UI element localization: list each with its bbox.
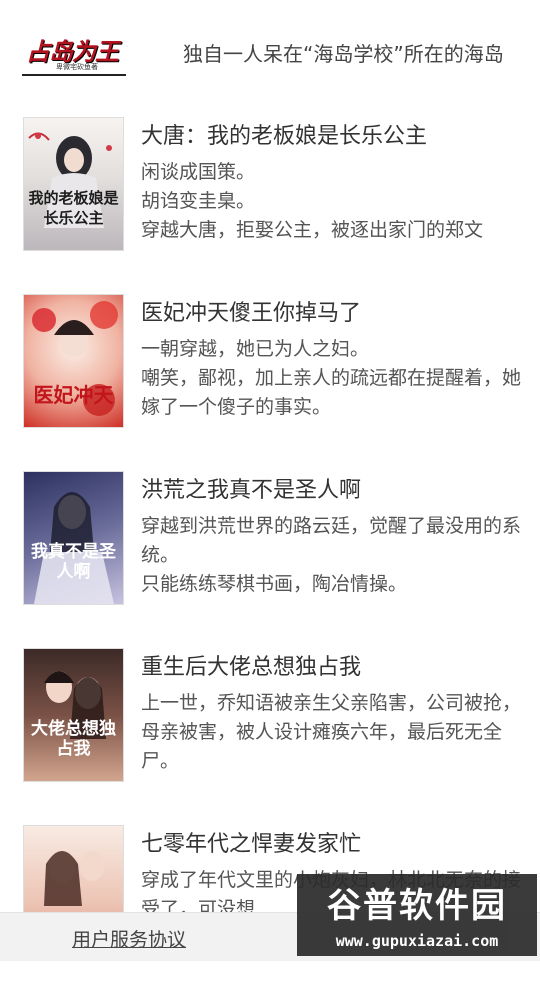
book-title: 医妃冲天傻王你掉马了 <box>141 301 362 326</box>
book-cover: 我真不是圣人啊 <box>24 472 123 604</box>
book-description-line: 上一世，乔知语被亲生父亲陷害，公司被抢，母亲被害，被人设计瘫痪六年，最后死无全尸… <box>141 692 522 772</box>
book-title: 洪荒之我真不是圣人啊 <box>141 478 362 503</box>
book-title: 重生后大佬总想独占我 <box>141 655 362 680</box>
book-title: 七零年代之悍妻发家忙 <box>141 832 362 857</box>
cover-title-text: 我真不是圣人啊 <box>31 542 116 582</box>
book-cover: 医妃冲天 <box>24 295 123 427</box>
book-description: 穿越到洪荒世界的路云廷，觉醒了最没用的系统。 只能练练琴棋书画，陶冶情操。 <box>141 512 526 599</box>
book-title: 大唐：我的老板娘是长乐公主 <box>141 124 428 149</box>
book-item[interactable]: 医妃冲天 医妃冲天傻王你掉马了 一朝穿越，她已为人之妇。 嘲笑，鄙视，加上亲人的… <box>0 295 540 473</box>
book-cover: 大佬总想独占我 <box>24 649 123 781</box>
cover-illustration <box>28 132 112 228</box>
book-description-line: 胡诌变圭臬。 <box>141 190 256 212</box>
user-agreement-link[interactable]: 用户服务协议 <box>72 925 186 952</box>
cover-title-text: 医妃冲天 <box>33 383 114 407</box>
book-description-line: 嘲笑，鄙视，加上亲人的疏远都在提醒着，她嫁了一个傻子的事实。 <box>141 367 522 418</box>
book-description: 闲谈成国策。 胡诌变圭臬。 穿越大唐，拒娶公主，被逐出家门的郑文 <box>141 158 526 245</box>
site-watermark: 谷普软件园 www.gupuxiazai.com <box>297 874 537 956</box>
cover-author: 卑微宅砍鱼著 <box>56 63 98 71</box>
book-description: 独自一人呆在“海岛学校”所在的海岛 <box>183 42 504 66</box>
book-description-line: 穿越大唐，拒娶公主，被逐出家门的郑文 <box>141 219 484 241</box>
cover-title-text: 我的老板娘是长乐公主 <box>28 189 119 227</box>
cover-illustration <box>34 492 114 604</box>
book-cover: 占岛为王 卑微宅砍鱼著 <box>22 30 126 76</box>
book-description-line: 闲谈成国策。 <box>141 161 256 183</box>
cover-title-text: 大佬总想独占我 <box>31 719 116 759</box>
book-description: 一朝穿越，她已为人之妇。 嘲笑，鄙视，加上亲人的疏远都在提醒着，她嫁了一个傻子的… <box>141 335 526 422</box>
book-item[interactable]: 我真不是圣人啊 洪荒之我真不是圣人啊 穿越到洪荒世界的路云廷，觉醒了最没用的系统… <box>0 472 540 650</box>
book-cover: 我的老板娘是长乐公主 <box>24 118 123 250</box>
book-description-line: 只能练练琴棋书画，陶冶情操。 <box>141 573 408 595</box>
book-description-line: 一朝穿越，她已为人之妇。 <box>141 338 370 360</box>
watermark-name: 谷普软件园 <box>327 886 507 926</box>
cover-illustration <box>44 671 106 739</box>
book-item[interactable]: 大佬总想独占我 重生后大佬总想独占我 上一世，乔知语被亲生父亲陷害，公司被抢，母… <box>0 649 540 827</box>
book-description-line: 穿越到洪荒世界的路云廷，觉醒了最没用的系统。 <box>141 515 522 566</box>
book-description: 上一世，乔知语被亲生父亲陷害，公司被抢，母亲被害，被人设计瘫痪六年，最后死无全尸… <box>141 689 526 776</box>
cover-illustration <box>32 301 118 416</box>
watermark-url: www.gupuxiazai.com <box>335 932 499 950</box>
book-item[interactable]: 我的老板娘是长乐公主 大唐：我的老板娘是长乐公主 闲谈成国策。 胡诌变圭臬。 穿… <box>0 118 540 296</box>
book-item-top[interactable]: 占岛为王 卑微宅砍鱼著 独自一人呆在“海岛学校”所在的海岛 <box>0 0 540 100</box>
